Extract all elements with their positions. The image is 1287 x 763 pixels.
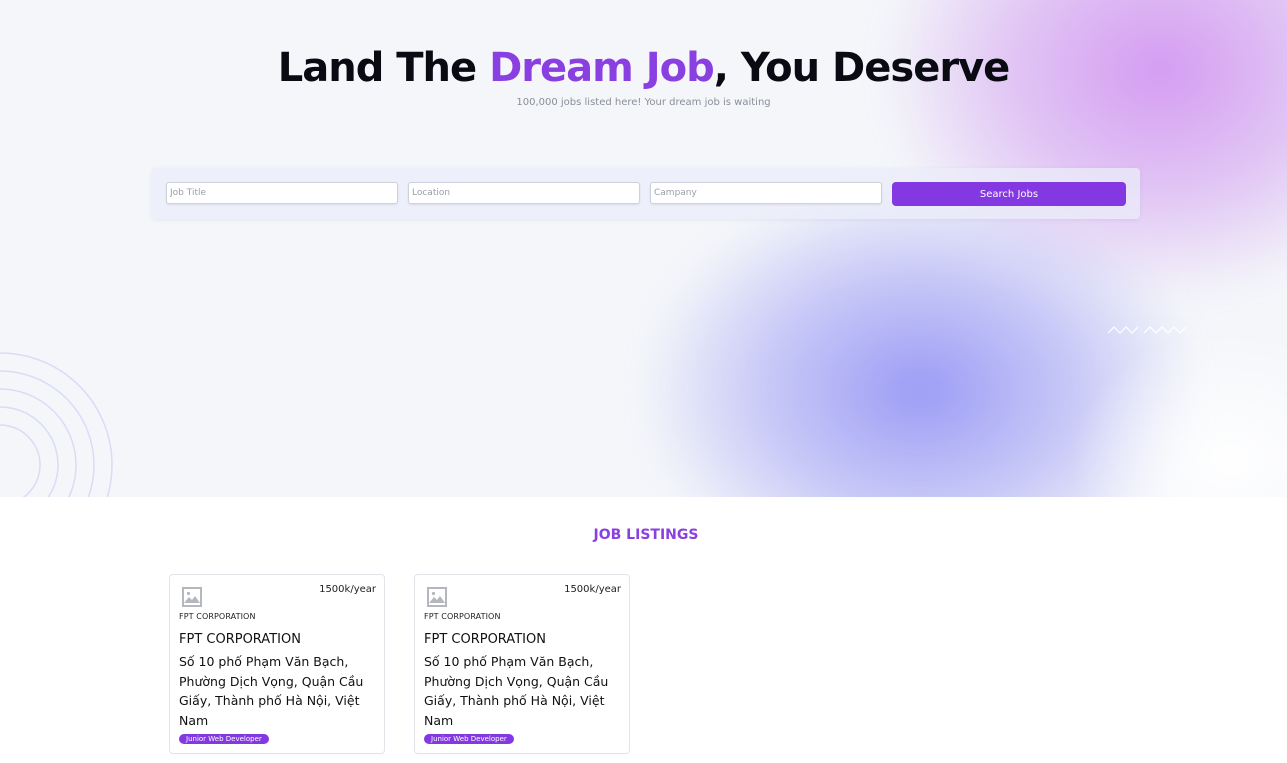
job-salary: 1500k/year [319, 584, 376, 595]
job-company-name: FPT CORPORATION [179, 632, 301, 647]
job-salary: 1500k/year [564, 584, 621, 595]
job-card[interactable]: 1500k/year FPT CORPORATION FPT CORPORATI… [414, 574, 630, 754]
hero-subtitle: 100,000 jobs listed here! Your dream job… [516, 97, 771, 108]
headline-accent-text: Dream Job [489, 45, 715, 91]
headline-text-end: , You Deserve [713, 45, 1010, 91]
job-company-label: FPT CORPORATION [179, 612, 256, 621]
job-card[interactable]: 1500k/year FPT CORPORATION FPT CORPORATI… [169, 574, 385, 754]
image-placeholder-icon [427, 587, 447, 607]
job-title-input[interactable] [166, 182, 398, 204]
image-placeholder-icon [182, 587, 202, 607]
location-input[interactable] [408, 182, 640, 204]
headline-text-start: Land The [277, 45, 490, 91]
decorative-squiggle-icon [1108, 326, 1187, 334]
job-company-name: FPT CORPORATION [424, 632, 546, 647]
hero-section: Land The Dream Job, You Deserve 100,000 … [0, 0, 1287, 497]
job-address: Số 10 phố Phạm Văn Bạch, Phường Dịch Vọn… [179, 654, 364, 728]
search-jobs-button[interactable]: Search Jobs [892, 182, 1126, 206]
job-listings-heading: JOB LISTINGS [593, 527, 699, 543]
search-bar: Search Jobs [152, 168, 1140, 219]
job-address: Số 10 phố Phạm Văn Bạch, Phường Dịch Vọn… [424, 654, 609, 728]
job-position-tag[interactable]: Junior Web Developer [424, 734, 514, 744]
job-company-label: FPT CORPORATION [424, 612, 501, 621]
decorative-circles-icon [0, 352, 113, 497]
page-title: Land The Dream Job, You Deserve [0, 42, 1287, 94]
company-input[interactable] [650, 182, 882, 204]
job-position-tag[interactable]: Junior Web Developer [179, 734, 269, 744]
